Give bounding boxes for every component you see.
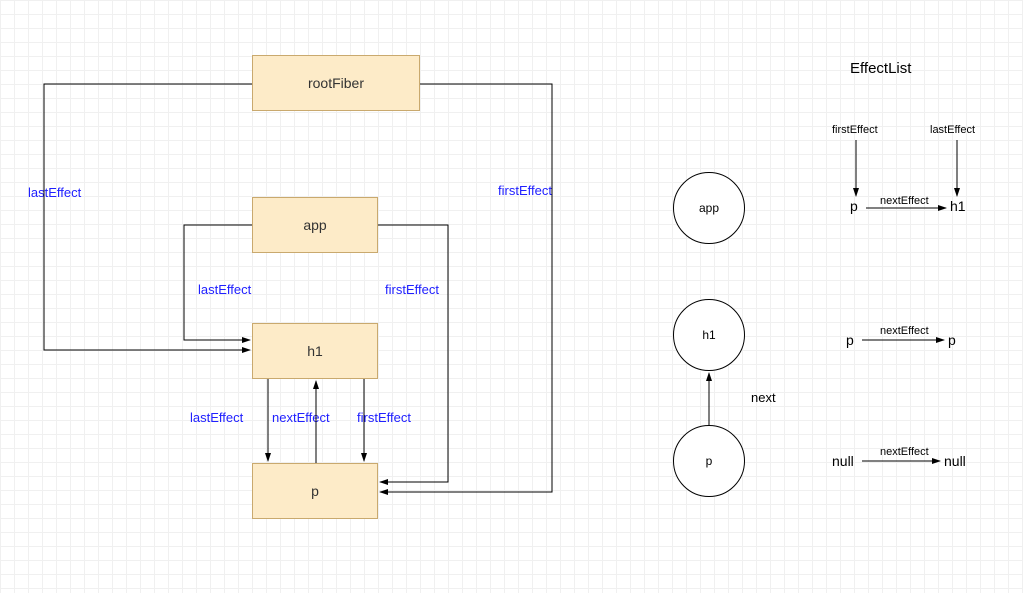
circle-app: app [673,172,745,244]
effectlist-row2-left: p [846,332,854,348]
effectlist-row1-nextEffect: nextEffect [880,195,929,207]
edge-label-lastEffect-outer: lastEffect [28,185,81,200]
edge-label-bottom-lastEffect: lastEffect [190,410,243,425]
arrow-app-firstEffect [378,225,448,482]
box-app-label: app [303,217,326,233]
effectlist-row2-nextEffect: nextEffect [880,325,929,337]
box-rootfiber: rootFiber [252,55,420,111]
box-p: p [252,463,378,519]
circle-h1: h1 [673,299,745,371]
box-app: app [252,197,378,253]
effectlist-row1-left: p [850,198,858,214]
effectlist-row3-left: null [832,453,854,469]
edge-label-app-lastEffect: lastEffect [198,282,251,297]
circle-p-label: p [706,454,713,468]
box-p-label: p [311,483,319,499]
edge-label-next: next [751,390,776,405]
box-h1-label: h1 [307,343,323,359]
circle-p: p [673,425,745,497]
edge-label-firstEffect-outer: firstEffect [498,183,552,198]
edge-label-bottom-nextEffect: nextEffect [272,410,330,425]
edge-label-app-firstEffect: firstEffect [385,282,439,297]
effectlist-title: EffectList [850,60,911,77]
effectlist-lastEffect-label: lastEffect [930,124,975,136]
effectlist-firstEffect-label: firstEffect [832,124,878,136]
circle-app-label: app [699,201,719,215]
edge-label-bottom-firstEffect: firstEffect [357,410,411,425]
arrow-layer [0,0,1023,593]
effectlist-row1-right: h1 [950,198,966,214]
effectlist-row2-right: p [948,332,956,348]
arrow-root-lastEffect [44,84,252,350]
effectlist-row3-nextEffect: nextEffect [880,446,929,458]
effectlist-row3-right: null [944,453,966,469]
circle-h1-label: h1 [702,328,715,342]
box-h1: h1 [252,323,378,379]
box-rootfiber-label: rootFiber [308,75,364,91]
